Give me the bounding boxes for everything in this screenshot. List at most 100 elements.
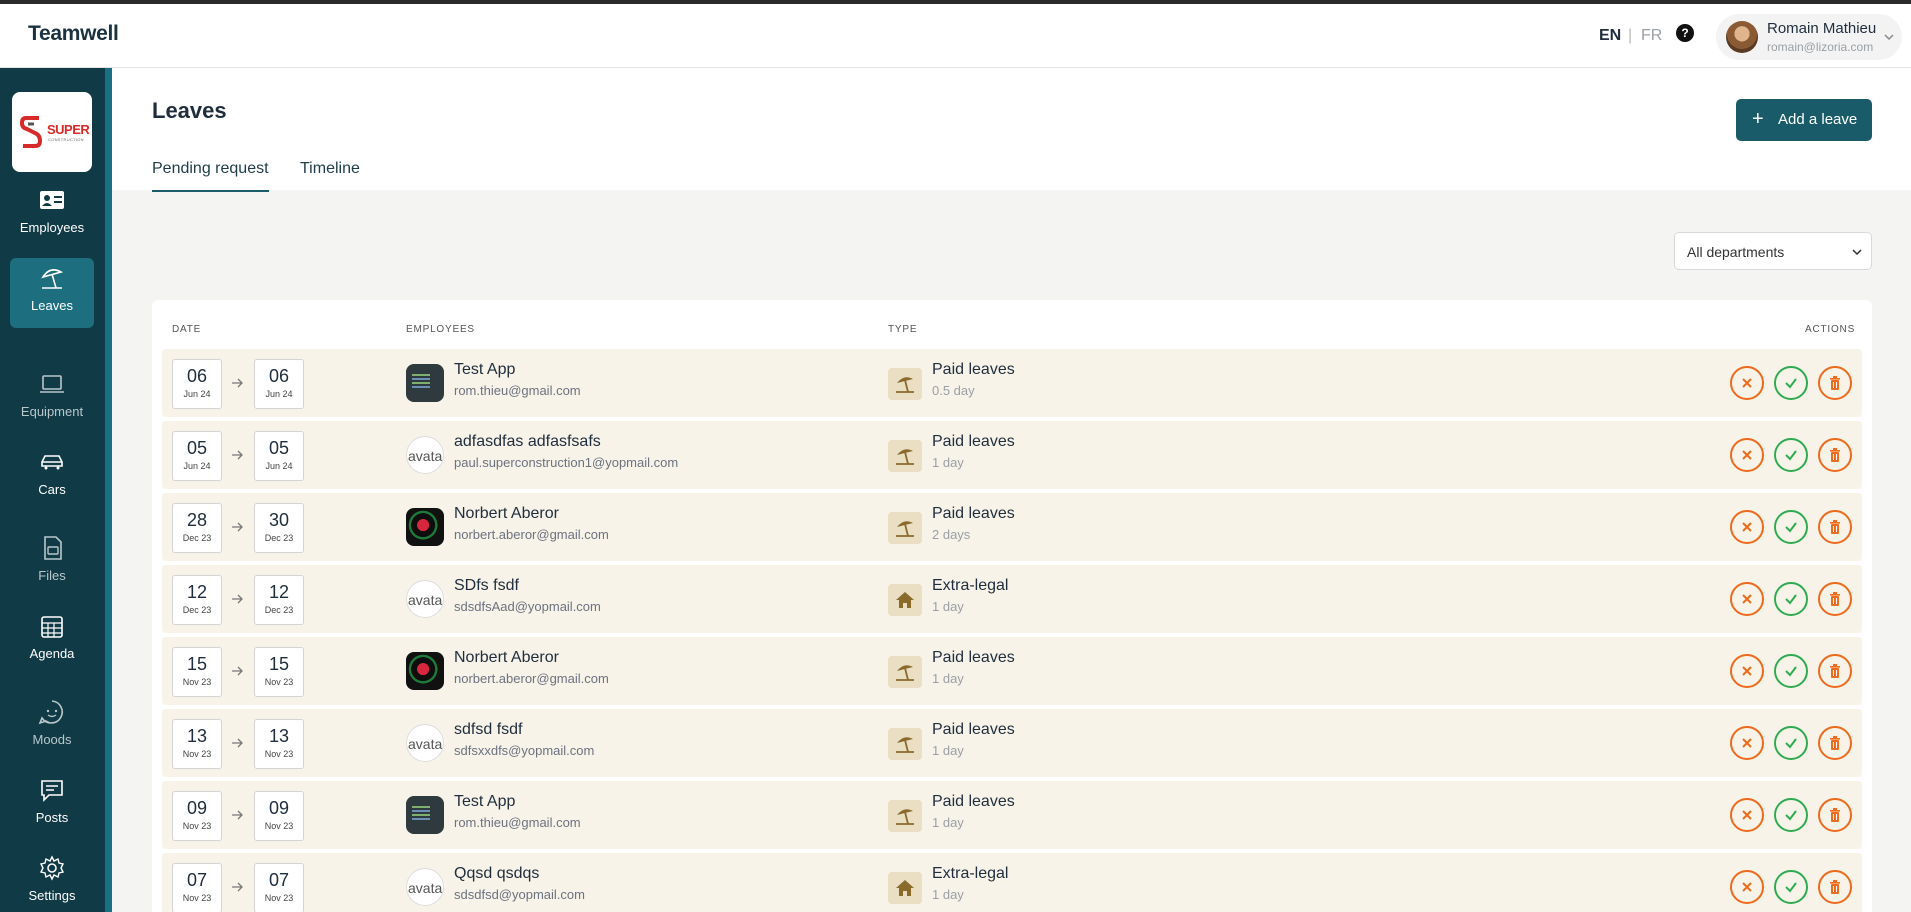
approve-button[interactable] [1774,798,1808,832]
employee-name[interactable]: Test App [454,361,515,379]
leave-type-badge [888,440,922,472]
close-icon [1742,594,1752,604]
sidebar-item-label: Moods [32,732,72,747]
lang-fr-link[interactable]: FR [1641,27,1662,45]
delete-button[interactable] [1818,726,1852,760]
close-icon [1742,378,1752,388]
employee-email: sdsdfsd@yopmail.com [454,887,585,902]
check-icon [1785,882,1797,893]
umbrella-beach-icon [896,449,914,465]
date-from-month: Dec 23 [182,533,212,543]
page-title: Leaves [152,98,227,123]
date-to-month: Nov 23 [264,893,294,903]
avatar [406,652,444,690]
user-menu[interactable]: Romain Mathieu romain@lizoria.com [1716,14,1902,60]
add-leave-button[interactable]: + Add a leave [1736,99,1872,141]
date-to: 30 Dec 23 [254,503,304,553]
sidebar-item-leaves[interactable]: Leaves [10,258,94,328]
date-from: 07 Nov 23 [172,863,222,912]
delete-button[interactable] [1818,582,1852,616]
sidebar-item-equipment[interactable]: Equipment [10,364,94,434]
leave-type-badge [888,800,922,832]
arrow-right-icon [232,522,243,532]
approve-button[interactable] [1774,438,1808,472]
tab-pending-request[interactable]: Pending request [152,160,269,192]
reject-button[interactable] [1730,366,1764,400]
employee-name[interactable]: adfasdfas adfasfsafs [454,433,601,451]
reject-button[interactable] [1730,798,1764,832]
sidebar-item-label: Files [38,568,66,583]
sidebar-item-moods[interactable]: Moods [10,692,94,762]
approve-button[interactable] [1774,582,1808,616]
avatar [406,796,444,834]
sidebar-item-cars[interactable]: Cars [10,442,94,512]
approve-button[interactable] [1774,654,1808,688]
reject-button[interactable] [1730,510,1764,544]
sidebar-item-label: Employees [19,220,85,235]
reject-button[interactable] [1730,654,1764,688]
employee-name[interactable]: sdfsd fsdf [454,721,522,739]
reject-button[interactable] [1730,582,1764,616]
date-from: 06 Jun 24 [172,359,222,409]
delete-button[interactable] [1818,798,1852,832]
approve-button[interactable] [1774,510,1808,544]
delete-button[interactable] [1818,654,1852,688]
leave-type: Paid leaves [932,361,1015,378]
reject-button[interactable] [1730,438,1764,472]
delete-button[interactable] [1818,366,1852,400]
delete-button[interactable] [1818,870,1852,904]
avatar: avatar [406,868,444,906]
add-leave-label: Add a leave [1778,111,1858,128]
lang-en-link[interactable]: EN [1599,27,1621,45]
approve-button[interactable] [1774,726,1808,760]
reject-button[interactable] [1730,870,1764,904]
employee-name[interactable]: Norbert Aberor [454,649,559,667]
umbrella-beach-icon [896,809,914,825]
close-icon [1742,522,1752,532]
company-logo-subtext: CONSTRUCTION [48,137,84,142]
employee-email: paul.superconstruction1@yopmail.com [454,455,679,470]
sidebar-item-settings[interactable]: Settings [10,848,94,912]
sidebar-item-employees[interactable]: Employees [10,180,94,250]
date-to-month: Nov 23 [264,749,294,759]
sidebar-item-label: Leaves [31,298,73,313]
reject-button[interactable] [1730,726,1764,760]
approve-button[interactable] [1774,366,1808,400]
app-header: Teamwell EN | FR ? Romain Mathieu romain… [0,4,1911,68]
trash-icon [1830,448,1840,462]
arrow-right-icon [232,666,243,676]
employee-name[interactable]: Test App [454,793,515,811]
date-from-day: 13 [186,726,208,746]
check-icon [1785,810,1797,821]
date-to-month: Nov 23 [264,821,294,831]
calendar-icon [41,616,63,638]
help-icon[interactable]: ? [1676,24,1694,42]
user-email: romain@lizoria.com [1767,40,1874,54]
sidebar-item-posts[interactable]: Posts [10,770,94,840]
delete-button[interactable] [1818,438,1852,472]
company-logo[interactable]: SUPER CONSTRUCTION [12,92,92,172]
leave-duration: 1 day [932,599,964,614]
sidebar-item-agenda[interactable]: Agenda [10,606,94,676]
house-icon [896,592,914,608]
employee-name[interactable]: Norbert Aberor [454,505,559,523]
trash-icon [1830,808,1840,822]
message-icon [41,780,63,802]
tab-timeline[interactable]: Timeline [300,160,360,190]
delete-button[interactable] [1818,510,1852,544]
employee-name[interactable]: SDfs fsdf [454,577,519,595]
umbrella-beach-icon [41,269,64,289]
arrow-right-icon [232,378,243,388]
table-row: 28 Dec 23 30 Dec 23 Norbert Aberor norbe… [162,493,1862,561]
approve-button[interactable] [1774,870,1808,904]
arrow-right-icon [232,882,243,892]
arrow-right-icon [232,594,243,604]
department-select[interactable]: All departments [1674,232,1872,270]
brand-logo[interactable]: Teamwell [28,22,119,46]
employee-name[interactable]: Qqsd qsdqs [454,865,539,883]
sidebar-item-files[interactable]: Files [10,528,94,598]
company-logo-text: SUPER [47,122,90,137]
avatar [406,508,444,546]
avatar: avatar [406,436,444,474]
date-from-day: 28 [186,510,208,530]
